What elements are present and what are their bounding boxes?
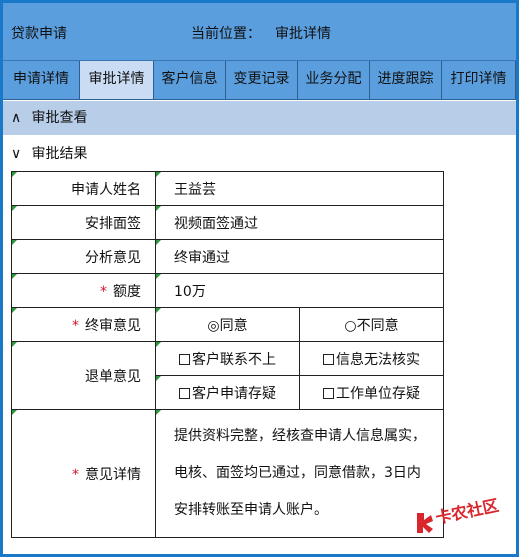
amount-label: 额度 — [113, 283, 141, 300]
window-frame: 贷款申请 当前位置： 审批详情 申请详情 审批详情 客户信息 变更记录 业务分配… — [0, 0, 519, 557]
table-row: * 额度 10万 — [11, 273, 444, 308]
required-mark: * — [72, 466, 79, 483]
interview-value-cell: 视频面签通过 — [155, 205, 444, 240]
opinion-detail-label: 意见详情 — [85, 466, 141, 483]
reject-unverifiable-label: 信息无法核实 — [336, 351, 420, 368]
watermark: 卡农社区 — [415, 496, 515, 541]
reject-unverifiable-checkbox[interactable]: 信息无法核实 — [299, 341, 444, 376]
required-mark: * — [100, 283, 107, 300]
kanong-logo-icon — [417, 513, 433, 533]
tab-business-assignment[interactable]: 业务分配 — [298, 61, 370, 100]
tab-customer-info[interactable]: 客户信息 — [154, 61, 226, 100]
analysis-label: 分析意见 — [85, 249, 141, 266]
reject-suspicious-application-checkbox[interactable]: 客户申请存疑 — [155, 375, 300, 410]
checkbox-icon — [323, 353, 334, 365]
tab-change-log[interactable]: 变更记录 — [226, 61, 298, 100]
tab-bar: 申请详情 审批详情 客户信息 变更记录 业务分配 进度跟踪 打印详情 — [3, 61, 516, 100]
location-value: 审批详情 — [275, 26, 331, 42]
analysis-label-cell: 分析意见 — [11, 239, 156, 274]
reject-suspicious-employer-label: 工作单位存疑 — [336, 385, 420, 402]
opinion-detail-line: 电核、面签均已通过，同意借款，3日内 — [174, 465, 421, 481]
reject-opinion-label-cell: 退单意见 — [11, 341, 156, 410]
chevron-down-icon: ∨ — [11, 146, 22, 162]
chevron-up-icon: ∧ — [11, 110, 22, 126]
tab-print-details[interactable]: 打印详情 — [442, 61, 516, 100]
applicant-name-label: 申请人姓名 — [71, 181, 141, 198]
section-approval-view[interactable]: ∧ 审批查看 — [3, 101, 516, 135]
header-bar: 贷款申请 当前位置： 审批详情 — [3, 3, 516, 61]
cell-marker — [156, 376, 161, 381]
cell-marker — [156, 342, 161, 347]
final-opinion-disagree-label: ○不同意 — [344, 317, 399, 334]
cell-marker — [12, 274, 17, 279]
amount-value: 10万 — [174, 283, 206, 300]
interview-label-cell: 安排面签 — [11, 205, 156, 240]
final-opinion-label: 终审意见 — [85, 317, 141, 334]
required-mark: * — [72, 317, 79, 334]
checkbox-icon — [179, 353, 190, 365]
tab-progress-tracking[interactable]: 进度跟踪 — [370, 61, 442, 100]
section-approval-view-label: 审批查看 — [31, 110, 88, 126]
analysis-value: 终审通过 — [174, 249, 230, 266]
applicant-name-value: 王益芸 — [174, 181, 216, 198]
opinion-detail-textarea[interactable]: 提供资料完整，经核查申请人信息属实， 电核、面签均已通过，同意借款，3日内 安排… — [155, 409, 444, 538]
final-opinion-agree-label: ◎同意 — [207, 317, 248, 334]
interview-label: 安排面签 — [85, 215, 141, 232]
cell-marker — [12, 240, 17, 245]
checkbox-icon — [179, 387, 190, 399]
checkbox-icon — [323, 387, 334, 399]
table-row: 退单意见 客户联系不上 信息无法核实 — [11, 341, 444, 410]
approval-result-table: 申请人姓名 王益芸 安排面签 视频面签通过 分析意见 终审通过 * 额度 10万… — [11, 171, 444, 538]
cell-marker — [156, 206, 161, 211]
amount-label-cell: * 额度 — [11, 273, 156, 308]
applicant-name-label-cell: 申请人姓名 — [11, 171, 156, 206]
cell-marker — [12, 206, 17, 211]
reject-unreachable-label: 客户联系不上 — [192, 351, 276, 368]
table-row: 安排面签 视频面签通过 — [11, 205, 444, 240]
cell-marker — [12, 342, 17, 347]
applicant-name-value-cell: 王益芸 — [155, 171, 444, 206]
table-row: 申请人姓名 王益芸 — [11, 171, 444, 206]
final-opinion-label-cell: * 终审意见 — [11, 307, 156, 342]
tab-approval-details[interactable]: 审批详情 — [80, 61, 154, 100]
cell-marker — [156, 172, 161, 177]
location-label: 当前位置： — [191, 26, 261, 42]
table-row: 分析意见 终审通过 — [11, 239, 444, 274]
tab-application-details[interactable]: 申请详情 — [3, 61, 80, 100]
analysis-value-cell: 终审通过 — [155, 239, 444, 274]
app-title: 贷款申请 — [11, 26, 67, 42]
reject-suspicious-employer-checkbox[interactable]: 工作单位存疑 — [299, 375, 444, 410]
cell-marker — [156, 410, 161, 415]
table-row: * 意见详情 提供资料完整，经核查申请人信息属实， 电核、面签均已通过，同意借款，… — [11, 409, 444, 538]
table-row: * 终审意见 ◎同意 ○不同意 — [11, 307, 444, 342]
cell-marker — [156, 274, 161, 279]
reject-opinion-label: 退单意见 — [85, 368, 141, 385]
amount-value-cell: 10万 — [155, 273, 444, 308]
final-opinion-agree-radio[interactable]: ◎同意 — [155, 307, 300, 342]
opinion-detail-line: 提供资料完整，经核查申请人信息属实， — [174, 428, 426, 444]
reject-unreachable-checkbox[interactable]: 客户联系不上 — [155, 341, 300, 376]
section-approval-result-label: 审批结果 — [31, 146, 88, 162]
opinion-detail-line: 安排转账至申请人账户。 — [174, 502, 328, 518]
cell-marker — [12, 308, 17, 313]
cell-marker — [12, 410, 17, 415]
section-approval-result[interactable]: ∨ 审批结果 — [3, 137, 516, 171]
final-opinion-disagree-radio[interactable]: ○不同意 — [299, 307, 444, 342]
interview-value: 视频面签通过 — [174, 215, 258, 232]
reject-suspicious-application-label: 客户申请存疑 — [192, 385, 276, 402]
cell-marker — [156, 240, 161, 245]
cell-marker — [12, 172, 17, 177]
opinion-detail-label-cell: * 意见详情 — [11, 409, 156, 538]
cell-marker — [156, 308, 161, 313]
